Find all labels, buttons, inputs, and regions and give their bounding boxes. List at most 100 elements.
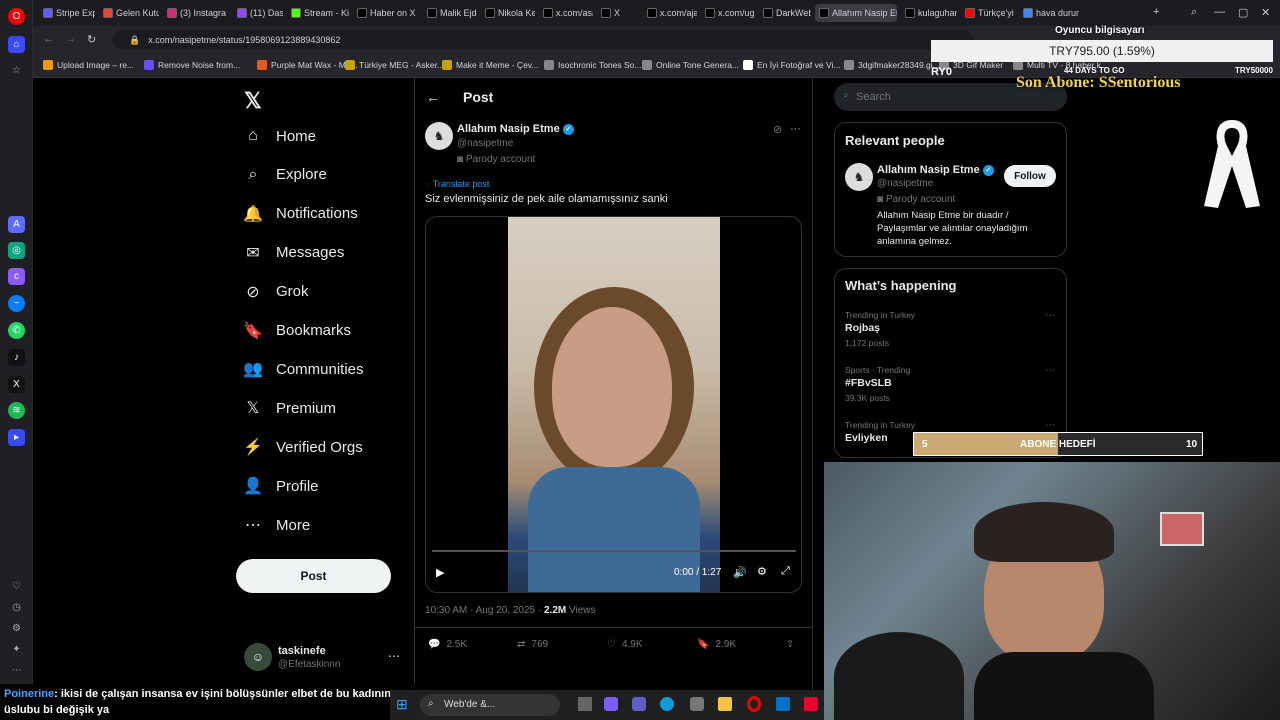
trend-item[interactable]: Trending in Turkey Rojbaş 1,172 posts ⋯ <box>845 310 1055 348</box>
follow-button[interactable]: Follow <box>1004 165 1056 187</box>
home-icon[interactable]: ⌂ <box>8 36 25 53</box>
close-window-icon[interactable]: ✕ <box>1261 6 1270 19</box>
nav-item-premium[interactable]: 𝕏 Premium <box>244 399 336 418</box>
reload-icon[interactable]: ↻ <box>87 33 96 46</box>
tab-item[interactable]: Allahım Nasip Etme <box>815 4 897 22</box>
post-button[interactable]: Post <box>236 559 391 593</box>
translate-link[interactable]: ◌ Translate post <box>425 179 489 189</box>
trend-more-icon[interactable]: ⋯ <box>1045 310 1055 321</box>
nav-item-explore[interactable]: ⌕ Explore <box>244 166 327 184</box>
star-icon[interactable]: ☆ <box>8 62 25 79</box>
tab-item[interactable]: X <box>597 4 639 22</box>
x-logo-icon[interactable]: 𝕏 <box>244 88 262 114</box>
tab-item[interactable]: kulaguhan <box>901 4 957 22</box>
bookmark-item[interactable]: Remove Noise from... <box>144 60 240 70</box>
settings-icon[interactable]: ⚙ <box>8 620 25 637</box>
tab-search-icon[interactable]: ⌕ <box>1191 6 1197 19</box>
video-frame[interactable] <box>508 217 720 592</box>
volume-icon[interactable]: 🔊 <box>733 566 747 579</box>
nav-item-bookmarks[interactable]: 🔖 Bookmarks <box>243 322 351 340</box>
tab-item[interactable]: Stream - Ki <box>287 4 349 22</box>
tab-item[interactable]: x.com/ajan <box>643 4 697 22</box>
trend-more-icon[interactable]: ⋯ <box>1045 365 1055 376</box>
teams-icon[interactable] <box>632 697 646 711</box>
bookmark-button[interactable]: 🔖 2.9K <box>697 639 736 650</box>
nav-item-messages[interactable]: ✉ Messages <box>244 244 344 262</box>
tab-item[interactable]: Haber on X <box>353 4 419 22</box>
whatsapp-icon[interactable]: ✆ <box>8 322 25 339</box>
history-icon[interactable]: ◷ <box>8 599 25 616</box>
new-tab-icon[interactable]: + <box>1153 6 1159 18</box>
tiktok-icon[interactable]: ♪ <box>8 349 25 366</box>
copilot-icon[interactable] <box>604 697 618 711</box>
more-icon[interactable]: ⋯ <box>8 662 25 679</box>
edge-icon[interactable] <box>660 697 674 711</box>
heart-icon[interactable]: ♡ <box>8 578 25 595</box>
task-view-icon[interactable] <box>578 697 592 711</box>
nav-item-grok[interactable]: ⊘ Grok <box>244 283 308 301</box>
trend-more-icon[interactable]: ⋯ <box>1045 420 1055 431</box>
post-more-icon[interactable]: ⋯ <box>790 122 801 135</box>
bookmark-item[interactable]: Upload Image – re... <box>43 60 134 70</box>
tab-item[interactable]: (3) Instagra <box>163 4 229 22</box>
video-progress-bar[interactable] <box>432 550 796 552</box>
tab-item[interactable]: Gelen Kutu <box>99 4 159 22</box>
trend-item[interactable]: Sports · Trending #FBvSLB 39.3K posts ⋯ <box>845 365 1055 403</box>
outlook-icon[interactable] <box>776 697 790 711</box>
bookmark-item[interactable]: En İyi Fotoğraf ve Vi... <box>743 60 840 70</box>
share-button[interactable]: ⇪ <box>786 639 794 650</box>
grok-icon[interactable]: ⊘ <box>773 123 782 136</box>
play-icon[interactable]: ▶ <box>436 566 444 579</box>
bookmark-item[interactable]: Online Tone Genera... <box>642 60 739 70</box>
post-timestamp[interactable]: 10:30 AM · Aug 20, 2025 · <box>425 605 544 616</box>
bookmark-item[interactable]: Türkiye MEG - Asker... <box>345 60 444 70</box>
nav-item-home[interactable]: ⌂ Home <box>244 127 316 145</box>
explorer-icon[interactable] <box>718 697 732 711</box>
taskbar-search[interactable]: ⌕ Web'de &... <box>420 694 560 716</box>
bookmark-item[interactable]: Isochronic Tones So... <box>544 60 641 70</box>
reply-button[interactable]: 💬 2.5K <box>428 639 467 650</box>
tab-item[interactable]: Nikola Kesl <box>481 4 535 22</box>
windows-start-icon[interactable]: ⊞ <box>396 696 408 713</box>
person-handle[interactable]: @nasipetme <box>877 178 933 189</box>
store-icon[interactable] <box>690 697 704 711</box>
repost-button[interactable]: ⇄ 769 <box>517 639 548 650</box>
account-more-icon[interactable]: ⋯ <box>388 649 400 663</box>
nav-item-communities[interactable]: 👥 Communities <box>243 360 363 379</box>
nav-item-more[interactable]: ⋯ More <box>244 516 310 535</box>
aria-icon[interactable]: A <box>8 216 25 233</box>
url-field[interactable]: 🔒 x.com/nasipetme/status/195806912388943… <box>113 30 973 50</box>
spotify-icon[interactable]: ≋ <box>8 402 25 419</box>
bookmark-item[interactable]: Purple Mat Wax - Me... <box>257 60 358 70</box>
tab-item[interactable]: x.com/ugur <box>701 4 755 22</box>
forward-icon[interactable]: → <box>65 33 76 45</box>
minimize-icon[interactable]: — <box>1214 6 1225 18</box>
like-button[interactable]: ♡ 4.9K <box>607 639 643 650</box>
tab-item[interactable]: x.com/asay <box>539 4 593 22</box>
tab-item[interactable]: Stripe Expr <box>39 4 95 22</box>
tab-item[interactable]: hava durun <box>1019 4 1079 22</box>
maximize-icon[interactable]: ▢ <box>1238 6 1248 19</box>
nav-item-profile[interactable]: 👤 Profile <box>243 477 318 496</box>
author-avatar[interactable]: ♞ <box>425 122 453 150</box>
post-author-handle[interactable]: @nasipetme <box>457 138 513 149</box>
bookmark-item[interactable]: Make it Meme - Çev... <box>442 60 539 70</box>
cs-icon[interactable]: c <box>8 268 25 285</box>
tab-item[interactable]: DarkWeb H <box>759 4 811 22</box>
player-icon[interactable]: ▸ <box>8 429 25 446</box>
fullscreen-icon[interactable]: ⤢ <box>781 565 790 578</box>
bookmark-item[interactable]: 3dgifmaker28349.gi... <box>844 60 940 70</box>
tab-item[interactable]: Türkçe'yi A <box>961 4 1015 22</box>
video-settings-icon[interactable]: ⚙ <box>757 565 767 578</box>
account-switcher[interactable]: ☺ taskinefe @Efetaskinnn ⋯ <box>244 641 404 677</box>
opera-logo-icon[interactable]: O <box>8 8 25 25</box>
nav-item-notifications[interactable]: 🔔 Notifications <box>243 205 358 223</box>
tab-item[interactable]: Malik Ejder <box>423 4 477 22</box>
app-icon[interactable] <box>804 697 818 711</box>
tab-item[interactable]: (11) Dashb <box>233 4 283 22</box>
bulb-icon[interactable]: ✦ <box>8 641 25 658</box>
nav-item-verified-orgs[interactable]: ⚡ Verified Orgs <box>243 438 363 457</box>
video-player[interactable]: ▶ 0:00 / 1:27 🔊 ⚙ ⤢ <box>425 216 802 593</box>
person-avatar[interactable]: ♞ <box>845 163 873 191</box>
x-app-icon[interactable]: X <box>8 376 25 393</box>
